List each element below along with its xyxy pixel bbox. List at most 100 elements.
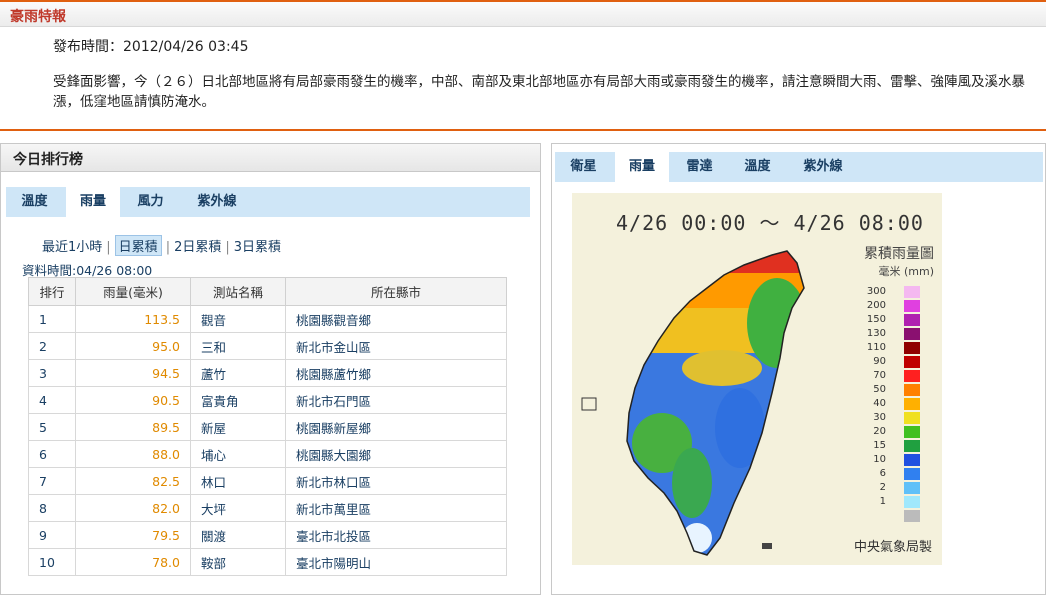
rainfall-cell: 90.5 [75,386,191,414]
rainfall-cell: 82.0 [75,494,191,522]
legend-label: 300 [866,286,886,297]
issue-time: 發布時間：2012/04/26 03:45 [53,39,249,55]
map-tabs: 衛星 雨量 雷達 溫度 紫外線 [555,152,1043,182]
city-link[interactable]: 新北市林口區 [285,467,507,495]
map-tab-radar[interactable]: 雷達 [672,152,727,182]
tab-uv[interactable]: 紫外線 [182,187,252,217]
rank-cell: 7 [28,467,76,495]
city-link[interactable]: 桃園縣觀音鄉 [285,305,507,333]
legend-label: 2 [879,482,886,493]
legend-label: 10 [873,454,886,465]
map-credit: 中央氣象局製 [853,540,932,555]
station-link[interactable]: 觀音 [190,305,286,333]
legend-label: 15 [873,440,886,451]
city-link[interactable]: 臺北市北投區 [285,521,507,549]
legend-swatch [904,370,920,382]
station-link[interactable]: 三和 [190,332,286,360]
subnav-daily[interactable]: 日累積 [114,235,162,256]
rank-cell: 2 [28,332,76,360]
station-link[interactable]: 鞍部 [190,548,286,576]
rainfall-cell: 94.5 [75,359,191,387]
rank-cell: 6 [28,440,76,468]
rainfall-cell: 113.5 [75,305,191,333]
station-link[interactable]: 新屋 [190,413,286,441]
legend-label: 30 [873,412,886,423]
legend-swatch [904,440,920,452]
legend-swatch [904,328,920,340]
ranking-table: 排行 雨量(毫米) 測站名稱 所在縣市 1 113.5 觀音 桃園縣觀音鄉 2 95.0 三… [28,277,507,576]
rank-cell: 1 [28,305,76,333]
table-row: 2 95.0 三和 新北市金山區 [28,332,507,360]
table-header-row: 排行 雨量(毫米) 測站名稱 所在縣市 [28,277,507,306]
tab-temperature[interactable]: 溫度 [6,187,63,217]
rainfall-map[interactable]: 4/26 00:00 ～ 4/26 08:00 累積雨量圖 毫米 (mm) 30… [572,193,942,565]
ranking-panel-header: 今日排行榜 [1,144,540,172]
legend-swatch [904,300,920,312]
map-tab-uv[interactable]: 紫外線 [789,152,857,182]
table-row: 10 78.0 鞍部 臺北市陽明山 [28,548,507,576]
col-rainfall: 雨量(毫米) [75,277,191,306]
map-tab-rainfall[interactable]: 雨量 [615,152,669,182]
city-link[interactable]: 桃園縣新屋鄉 [285,413,507,441]
rank-cell: 5 [28,413,76,441]
legend-swatch [904,496,920,508]
table-row: 7 82.5 林口 新北市林口區 [28,467,507,495]
city-link[interactable]: 臺北市陽明山 [285,548,507,576]
col-city: 所在縣市 [285,277,507,306]
station-link[interactable]: 蘆竹 [190,359,286,387]
legend-swatch [904,384,920,396]
subnav-3day[interactable]: 3日累積 [234,236,281,255]
subnav-1hour[interactable]: 最近1小時 [42,236,102,255]
rank-cell: 10 [28,548,76,576]
warning-header-bar: 豪雨特報 [0,0,1046,27]
taiwan-map-image [581,250,805,556]
rainfall-cell: 79.5 [75,521,191,549]
map-tab-satellite[interactable]: 衛星 [555,152,612,182]
city-link[interactable]: 桃園縣蘆竹鄉 [285,359,507,387]
rank-cell: 3 [28,359,76,387]
table-row: 9 79.5 關渡 臺北市北投區 [28,521,507,549]
tab-wind[interactable]: 風力 [123,187,178,217]
period-subnav: 最近1小時 | 日累積 | 2日累積 | 3日累積 [42,235,281,256]
station-link[interactable]: 大坪 [190,494,286,522]
legend-label: 20 [873,426,886,437]
city-link[interactable]: 新北市石門區 [285,386,507,414]
rainfall-cell: 89.5 [75,413,191,441]
legend-swatch [904,356,920,368]
rank-cell: 8 [28,494,76,522]
station-link[interactable]: 富貴角 [190,386,286,414]
warning-text: 受鋒面影響，今（２６）日北部地區將有局部豪雨發生的機率，中部、南部及東北部地區亦… [53,74,1025,110]
legend-swatch [904,468,920,480]
station-link[interactable]: 林口 [190,467,286,495]
station-link[interactable]: 關渡 [190,521,286,549]
legend-label: 70 [873,370,886,381]
legend-label: 6 [879,468,886,479]
col-rank: 排行 [28,277,76,306]
ranking-tabs: 溫度 雨量 風力 紫外線 [6,187,530,217]
table-row: 3 94.5 蘆竹 桃園縣蘆竹鄉 [28,359,507,387]
station-link[interactable]: 埔心 [190,440,286,468]
city-link[interactable]: 新北市金山區 [285,332,507,360]
legend-swatch [904,412,920,424]
map-tab-temperature[interactable]: 溫度 [730,152,785,182]
legend-label: 130 [866,328,886,339]
legend-swatch [904,510,920,522]
rank-cell: 4 [28,386,76,414]
rainfall-cell: 78.0 [75,548,191,576]
subnav-2day[interactable]: 2日累積 [174,236,221,255]
legend-label: 40 [873,398,886,409]
legend-swatch [904,286,920,298]
city-link[interactable]: 新北市萬里區 [285,494,507,522]
legend-swatch [904,426,920,438]
legend-label: 110 [866,342,886,353]
legend-label: 200 [866,300,886,311]
rainfall-cell: 88.0 [75,440,191,468]
legend-label: 150 [866,314,886,325]
city-link[interactable]: 桃園縣大園鄉 [285,440,507,468]
table-row: 1 113.5 觀音 桃園縣觀音鄉 [28,305,507,333]
legend-swatch [904,398,920,410]
tab-rainfall[interactable]: 雨量 [66,187,120,217]
divider [0,129,1046,131]
legend-label: 50 [873,384,886,395]
rank-cell: 9 [28,521,76,549]
